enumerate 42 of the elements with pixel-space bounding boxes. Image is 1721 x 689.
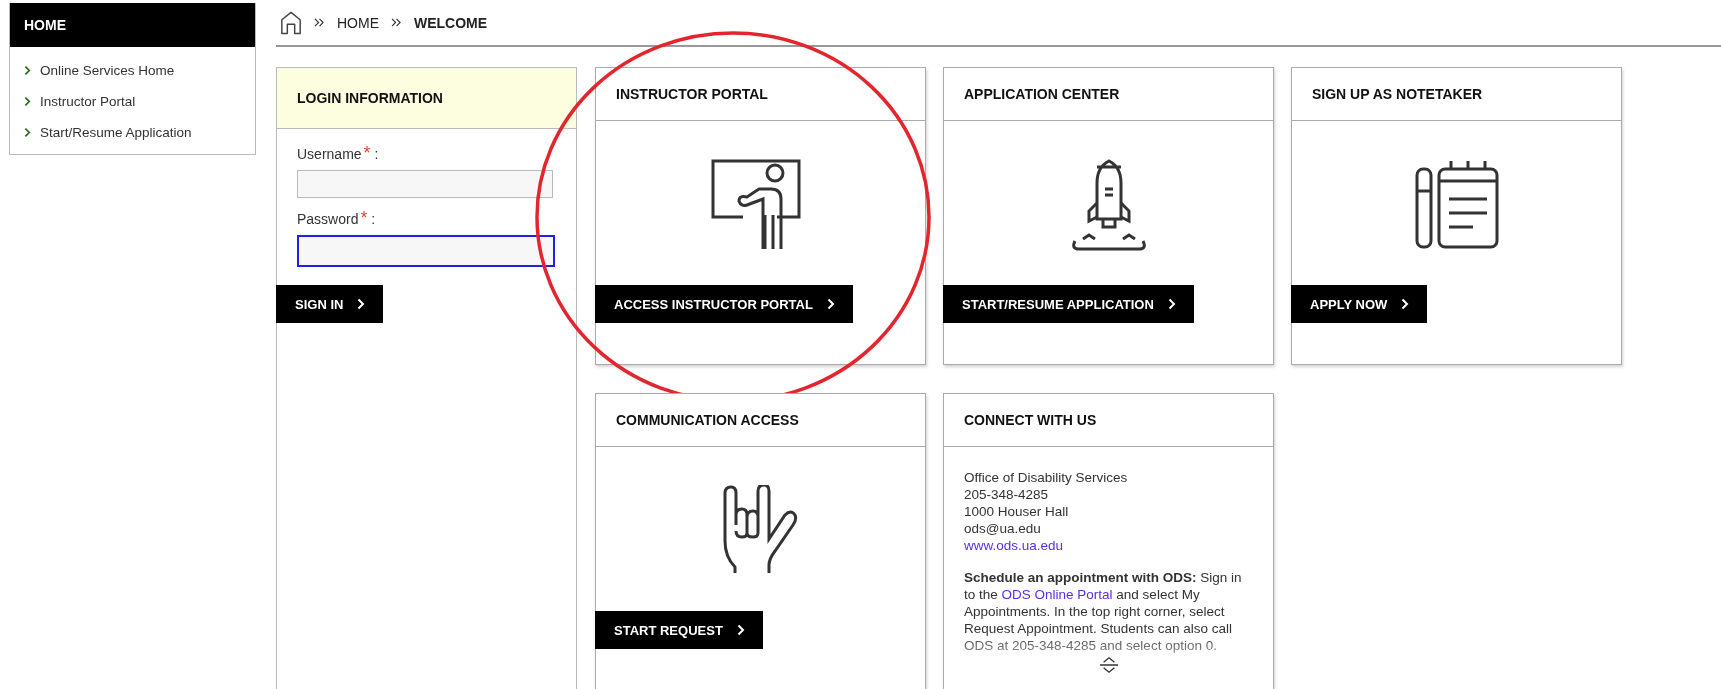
sidebar-title: HOME xyxy=(10,3,255,47)
contact-line: Office of Disability Services xyxy=(964,469,1129,486)
card-title: LOGIN INFORMATION xyxy=(297,90,443,106)
action-button[interactable]: START REQUEST xyxy=(595,611,763,649)
chevron-icon xyxy=(24,127,31,138)
notepad-pen-icon xyxy=(1414,159,1499,249)
sidebar-link[interactable]: Online Services Home xyxy=(40,63,175,78)
double-chevron-icon xyxy=(314,18,325,27)
home-icon[interactable] xyxy=(280,10,302,35)
field-label: Username* : xyxy=(297,143,380,164)
breadcrumb-link[interactable]: HOME xyxy=(337,14,379,31)
chevron-icon xyxy=(826,298,835,310)
action-button[interactable]: START/RESUME APPLICATION xyxy=(943,285,1194,323)
action-button[interactable]: APPLY NOW xyxy=(1291,285,1428,323)
sign-in-button[interactable]: SIGN IN xyxy=(276,285,384,323)
field-label: Password* : xyxy=(297,208,377,229)
sidebar-link[interactable]: Start/Resume Application xyxy=(40,125,192,140)
chevron-icon xyxy=(357,298,366,310)
chevron-icon xyxy=(24,96,31,107)
chevron-icon xyxy=(736,624,745,636)
double-chevron-icon xyxy=(391,18,402,27)
expand-icon[interactable] xyxy=(1097,656,1120,674)
action-button[interactable]: ACCESS INSTRUCTOR PORTAL xyxy=(595,285,853,323)
chevron-icon xyxy=(1167,298,1176,310)
contact-line: ods@ua.edu xyxy=(964,520,1042,537)
card-title: APPLICATION CENTER xyxy=(964,86,1120,102)
sidebar-link[interactable]: Instructor Portal xyxy=(40,94,136,109)
input-field[interactable] xyxy=(297,235,555,267)
breadcrumb-link[interactable]: WELCOME xyxy=(414,14,488,31)
card-title: COMMUNICATION ACCESS xyxy=(616,412,799,428)
sign-language-hand-icon xyxy=(722,485,799,575)
contact-line: 1000 Houser Hall xyxy=(964,503,1070,520)
chevron-icon xyxy=(1401,298,1410,310)
card-title: SIGN UP AS NOTETAKER xyxy=(1312,86,1483,102)
contact-line: 205-348-4285 xyxy=(964,486,1050,503)
portal-link[interactable]: ODS Online Portal xyxy=(1001,587,1113,602)
appointment-text: Schedule an appointment with ODS: Sign in to the ODS Online Portal and select My Appointments. In the top right corner, select Request Appointment. Students can also call ODS at 205-348-4285 and select option 0. xyxy=(964,569,1243,654)
input-field[interactable] xyxy=(297,170,553,198)
card-title: INSTRUCTOR PORTAL xyxy=(616,86,768,102)
website-link[interactable]: www.ods.ua.edu xyxy=(964,537,1253,554)
chevron-icon xyxy=(24,65,31,76)
card-title: CONNECT WITH US xyxy=(964,412,1097,428)
